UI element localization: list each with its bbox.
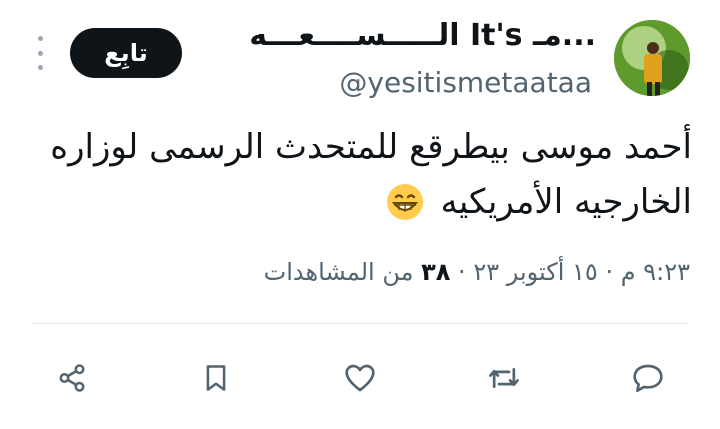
like-icon <box>345 364 375 392</box>
tweet-time[interactable]: ٩:٢٣ م <box>621 258 690 286</box>
retweet-icon <box>489 368 519 388</box>
meta-separator: · <box>458 258 466 286</box>
tweet-body: أحمد موسى بيطرقع للمتحدث الرسمى لوزاره ا… <box>50 127 692 222</box>
tweet-card: ...مـ It's ﺍﻟـــــﺴــــﻌـــﻪ @yesitismet… <box>0 0 720 429</box>
bookmark-icon <box>206 365 226 391</box>
views-count[interactable]: ٣٨ <box>421 258 450 286</box>
share-icon <box>59 364 85 392</box>
tweet-meta: ٩:٢٣ م · ١٥ أكتوبر ٢٣ · ٣٨ من المشاهدات <box>264 258 690 286</box>
follow-button[interactable]: تابِع <box>70 28 182 78</box>
avatar[interactable] <box>614 20 690 96</box>
divider <box>32 323 688 324</box>
avatar-photo <box>614 20 690 96</box>
reply-icon <box>633 364 663 392</box>
user-handle[interactable]: @yesitismetaataa <box>339 66 592 99</box>
meta-separator: · <box>605 258 614 286</box>
like-button[interactable] <box>340 358 380 398</box>
views-label: من المشاهدات <box>263 258 414 286</box>
grinning-face-emoji <box>386 183 424 238</box>
retweet-button[interactable] <box>484 358 524 398</box>
tweet-text: أحمد موسى بيطرقع للمتحدث الرسمى لوزاره ا… <box>32 120 692 238</box>
reply-button[interactable] <box>628 358 668 398</box>
tweet-date[interactable]: ١٥ أكتوبر ٢٣ <box>473 258 597 286</box>
more-options-icon[interactable] <box>34 36 46 70</box>
display-name[interactable]: ...مـ It's ﺍﻟـــــﺴــــﻌـــﻪ <box>249 18 596 53</box>
share-button[interactable] <box>52 358 92 398</box>
bookmark-button[interactable] <box>196 358 236 398</box>
